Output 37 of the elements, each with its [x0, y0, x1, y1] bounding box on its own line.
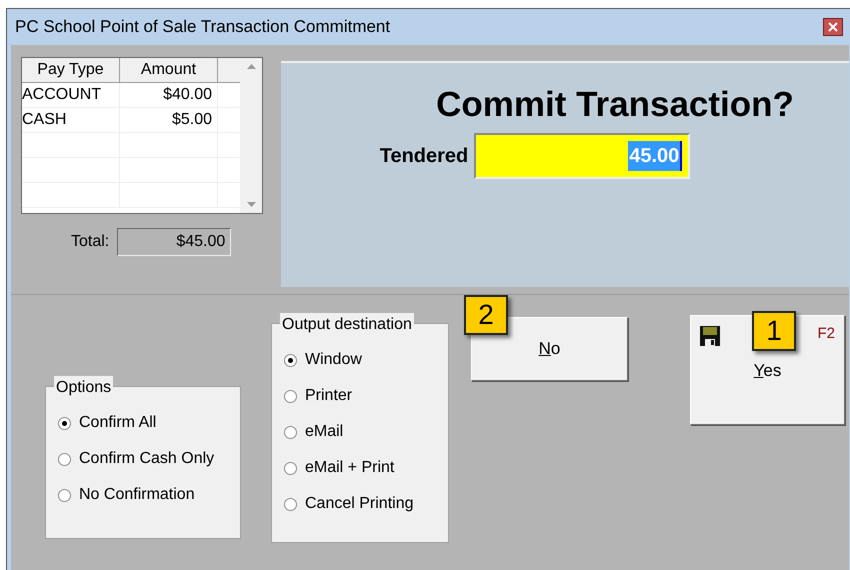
callout-number-badge: 1 — [752, 311, 796, 351]
radio-button[interactable] — [58, 416, 71, 430]
radio-label: No Confirmation — [79, 485, 195, 505]
radio-label: Window — [305, 350, 362, 370]
radio-label: Confirm Cash Only — [79, 449, 214, 469]
table-cell: $40.00 — [120, 83, 218, 107]
radio-label: Printer — [305, 386, 352, 406]
radio-button[interactable] — [284, 354, 297, 366]
scroll-down-arrow-icon[interactable] — [246, 202, 256, 207]
total-field: $45.00 — [117, 228, 232, 256]
column-header[interactable]: Amount — [120, 58, 218, 83]
radio-button[interactable] — [284, 390, 297, 402]
radio-button[interactable] — [284, 462, 297, 474]
callout-number-badge: 2 — [464, 295, 508, 335]
tendered-label: Tendered — [380, 144, 468, 169]
radio-label: eMail — [305, 422, 344, 442]
table-cell: CASH — [22, 108, 120, 132]
close-icon — [828, 22, 838, 32]
total-label: Total: — [71, 232, 110, 252]
radio-button[interactable] — [58, 452, 71, 466]
window-title: PC School Point of Sale Transaction Commitment — [15, 16, 390, 38]
close-button[interactable] — [823, 18, 843, 36]
blank-column-header — [218, 58, 240, 83]
radio-button[interactable] — [284, 426, 297, 438]
radio-label: eMail + Print — [305, 458, 394, 478]
radio-button[interactable] — [284, 498, 297, 510]
vertical-scrollbar[interactable] — [240, 58, 262, 213]
selected-text: 45.00 — [628, 140, 682, 171]
column-header[interactable]: Pay Type — [22, 58, 120, 83]
radio-label: Confirm All — [79, 413, 156, 433]
shortcut-label: F2 — [817, 324, 835, 344]
prompt-heading: Commit Transaction? — [436, 84, 794, 126]
radio-button[interactable] — [58, 488, 71, 502]
scroll-up-arrow-icon[interactable] — [246, 64, 256, 69]
table-cell: ACCOUNT — [22, 83, 120, 107]
table-cell: $5.00 — [120, 108, 218, 132]
radio-label: Cancel Printing — [305, 494, 414, 514]
